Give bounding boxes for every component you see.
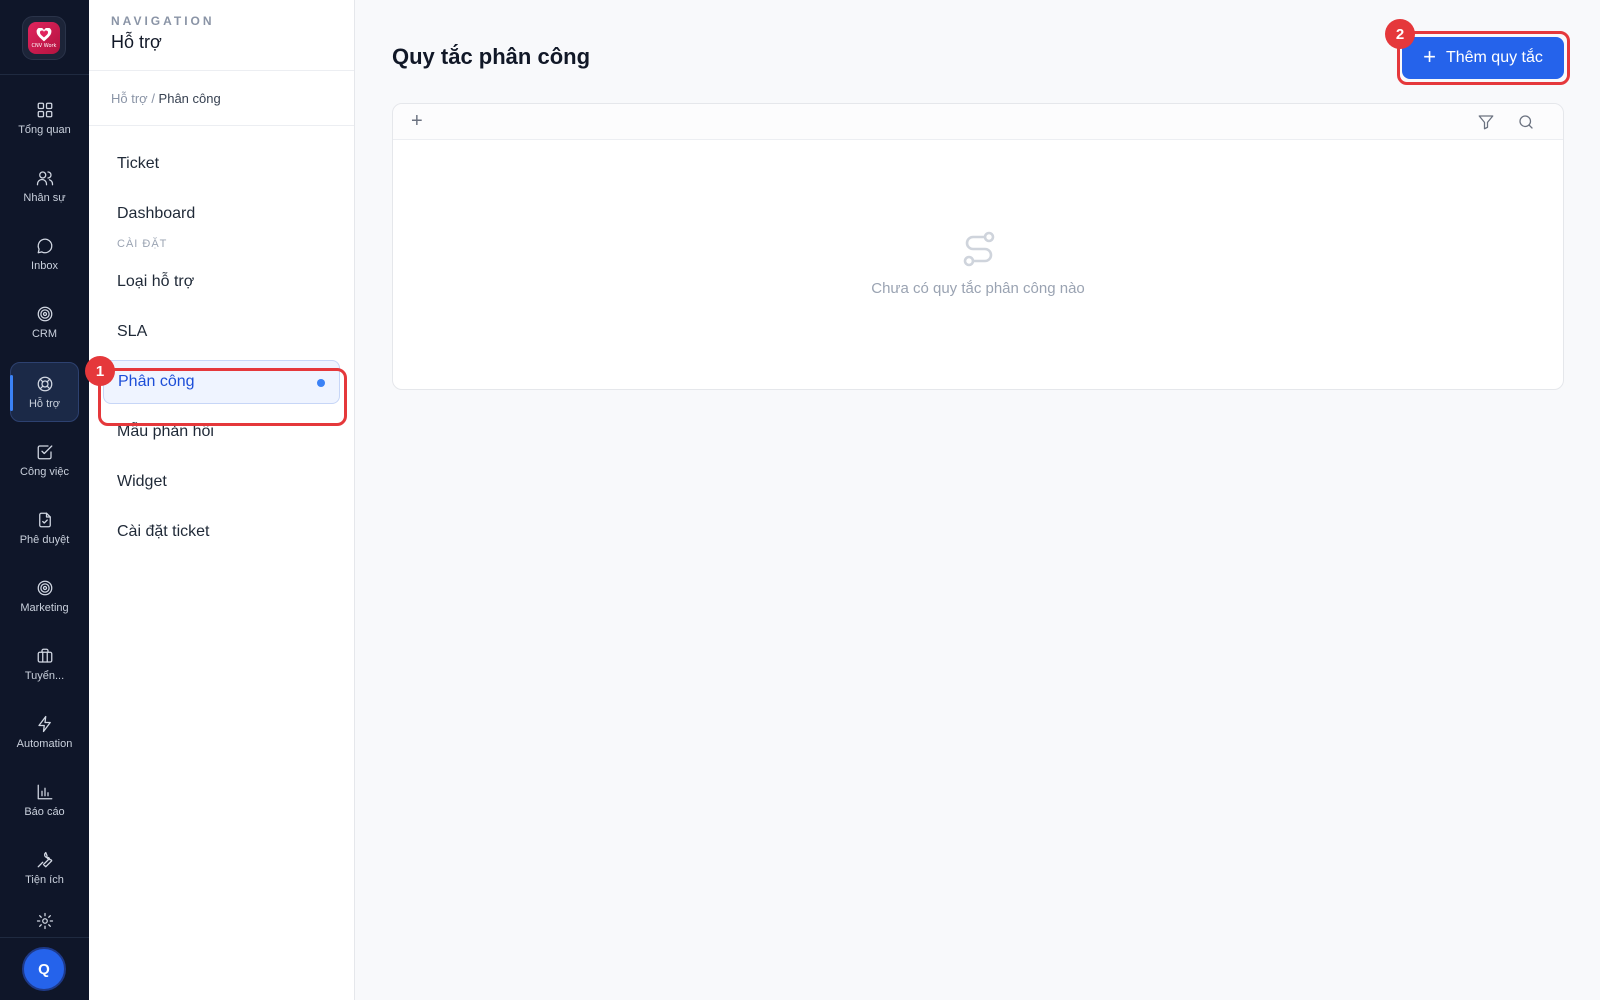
briefcase-icon bbox=[37, 648, 52, 663]
rail-item-label: Tuyển... bbox=[24, 669, 65, 682]
rail-item-label: Inbox bbox=[31, 259, 58, 272]
rail-divider bbox=[0, 74, 89, 75]
highlight-box-2 bbox=[1397, 31, 1570, 85]
table-toolbar: + bbox=[393, 104, 1563, 140]
rail-item-inbox[interactable]: Inbox bbox=[10, 224, 79, 284]
nav-list: Ticket Dashboard CÀI ĐẶT Loại hỗ trợ SLA… bbox=[89, 126, 354, 554]
app-logo[interactable]: CNV Work bbox=[22, 16, 66, 60]
nav-item-dashboard[interactable]: Dashboard bbox=[103, 192, 340, 236]
lifebuoy-icon bbox=[37, 376, 52, 391]
lightning-icon bbox=[37, 715, 51, 732]
empty-state-message: Chưa có quy tắc phân công nào bbox=[871, 280, 1085, 297]
rail-item-tien-ich[interactable]: Tiện ích bbox=[10, 838, 79, 898]
heart-logo-icon bbox=[36, 27, 52, 41]
nav-item-widget[interactable]: Widget bbox=[103, 460, 340, 504]
rail-item-label: Tổng quan bbox=[18, 123, 71, 136]
rail-item-nhan-su[interactable]: Nhân sự bbox=[10, 156, 79, 216]
step-badge-1: 1 bbox=[85, 356, 115, 386]
rail-item-label: CRM bbox=[31, 327, 58, 340]
breadcrumb: Hỗ trợ / Phân công bbox=[89, 71, 354, 126]
user-avatar[interactable]: Q bbox=[22, 947, 66, 991]
rail-item-phe-duyet[interactable]: Phê duyệt bbox=[10, 498, 79, 558]
breadcrumb-separator: / bbox=[147, 91, 159, 106]
rail-item-ho-tro[interactable]: Hỗ trợ bbox=[10, 362, 79, 422]
nav-item-loai-ho-tro[interactable]: Loại hỗ trợ bbox=[103, 260, 340, 304]
gear-icon bbox=[36, 912, 53, 930]
secondary-nav: NAVIGATION Hỗ trợ Hỗ trợ / Phân công Tic… bbox=[89, 0, 355, 1000]
document-approve-icon bbox=[38, 512, 51, 527]
users-icon bbox=[36, 170, 53, 185]
rail-item-label: Automation bbox=[16, 737, 73, 750]
rail-item-label: Báo cáo bbox=[24, 805, 65, 818]
nav-item-ticket[interactable]: Ticket bbox=[103, 142, 340, 186]
add-row-icon[interactable]: + bbox=[411, 110, 423, 133]
search-icon[interactable] bbox=[1517, 113, 1535, 131]
rail-item-label: Marketing bbox=[20, 601, 69, 614]
breadcrumb-current: Phân công bbox=[158, 91, 221, 106]
rail-item-tong-quan[interactable]: Tổng quan bbox=[10, 88, 79, 148]
step-badge-2: 2 bbox=[1385, 19, 1415, 49]
bar-chart-icon bbox=[37, 784, 52, 799]
target-icon bbox=[37, 306, 52, 321]
logo-mark: CNV Work bbox=[28, 22, 60, 54]
app-rail: CNV Work Tổng quan Nhân sự Inbox CRM Hỗ … bbox=[0, 0, 89, 1000]
logo-text: CNV Work bbox=[31, 42, 57, 49]
rail-item-bao-cao[interactable]: Báo cáo bbox=[10, 770, 79, 830]
rail-item-label: Nhân sự bbox=[23, 191, 66, 204]
rules-table-card: + Chưa có quy tắc phân công nào bbox=[392, 103, 1564, 390]
highlight-box-1 bbox=[98, 368, 347, 426]
breadcrumb-parent[interactable]: Hỗ trợ bbox=[111, 91, 148, 106]
rail-item-label: Phê duyệt bbox=[19, 533, 70, 546]
rail-item-label: Hỗ trợ bbox=[28, 397, 61, 410]
chat-bubble-icon bbox=[37, 238, 52, 253]
route-icon bbox=[959, 229, 999, 269]
checkbox-icon bbox=[37, 444, 52, 459]
nav-title: Hỗ trợ bbox=[111, 32, 162, 52]
dashboard-grid-icon bbox=[37, 102, 52, 117]
rail-item-cong-viec[interactable]: Công việc bbox=[10, 430, 79, 490]
nav-item-sla[interactable]: SLA bbox=[103, 310, 340, 354]
rail-divider bbox=[0, 937, 89, 938]
rail-item-automation[interactable]: Automation bbox=[10, 702, 79, 762]
rail-item-label: Công việc bbox=[20, 465, 69, 478]
filter-icon[interactable] bbox=[1477, 113, 1495, 131]
nav-section-settings: CÀI ĐẶT bbox=[117, 238, 168, 250]
wrench-icon bbox=[37, 851, 52, 867]
nav-kicker: NAVIGATION bbox=[111, 14, 215, 28]
rail-item-tuyen-dung[interactable]: Tuyển... bbox=[10, 634, 79, 694]
rail-item-settings[interactable] bbox=[10, 906, 79, 936]
target-icon bbox=[37, 580, 52, 595]
nav-item-cai-dat-ticket[interactable]: Cài đặt ticket bbox=[103, 510, 340, 554]
page-title: Quy tắc phân công bbox=[392, 44, 591, 69]
nav-header: NAVIGATION Hỗ trợ bbox=[89, 0, 354, 71]
rail-item-marketing[interactable]: Marketing bbox=[10, 566, 79, 626]
rail-item-crm[interactable]: CRM bbox=[10, 292, 79, 352]
rail-item-label: Tiện ích bbox=[25, 873, 64, 886]
